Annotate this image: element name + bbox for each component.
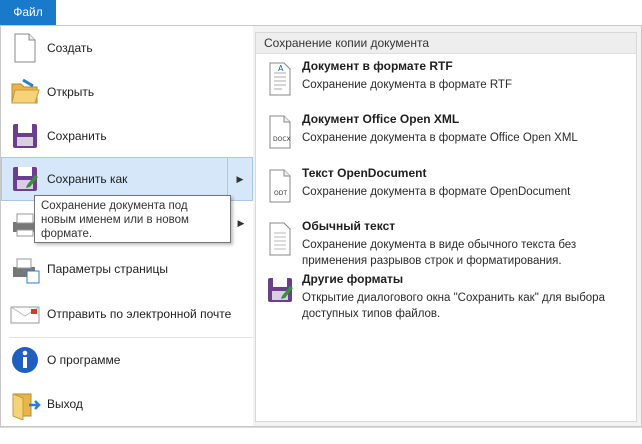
menu-item-label: Создать: [47, 41, 93, 55]
rtf-file-icon: A: [264, 61, 296, 97]
save-as-other-icon: [264, 274, 296, 310]
save-as-other-formats[interactable]: Другие форматы Открытие диалогового окна…: [256, 272, 636, 322]
svg-text:A: A: [278, 64, 284, 73]
panel-header-text: Сохранение копии документа: [264, 36, 429, 50]
menu-item-about[interactable]: О программе: [1, 338, 253, 382]
menu-item-save[interactable]: Сохранить: [1, 114, 253, 158]
save-as-panel: Сохранение копии документа A Документ в …: [255, 32, 637, 422]
menu-item-label: Сохранить: [47, 129, 107, 143]
option-description: Сохранение документа в формате RTF: [302, 79, 512, 91]
menu-item-exit[interactable]: Выход: [1, 382, 253, 426]
option-description: Сохранение документа в виде обычного тек…: [302, 239, 577, 267]
odt-file-icon: ODT: [264, 168, 296, 204]
option-description: Сохранение документа в формате OpenDocum…: [302, 186, 571, 198]
file-tab[interactable]: Файл: [0, 0, 56, 25]
txt-file-icon: [264, 221, 296, 257]
menu-item-page-setup[interactable]: Параметры страницы: [1, 247, 253, 291]
panel-header: Сохранение копии документа: [256, 33, 636, 54]
menu-item-label: Параметры страницы: [47, 262, 168, 276]
status-strip: [0, 427, 642, 444]
exit-icon: [9, 388, 41, 421]
floppy-disk-icon: [9, 120, 41, 152]
svg-text:ODT: ODT: [274, 190, 287, 197]
option-title: Документ в формате RTF: [302, 59, 453, 73]
chevron-right-icon[interactable]: ▶: [227, 158, 252, 200]
menu-item-label: Отправить по электронной почте: [47, 307, 232, 321]
chevron-right-icon[interactable]: ▶: [229, 202, 253, 246]
page-setup-icon: [9, 253, 41, 285]
option-description: Сохранение документа в формате Office Op…: [302, 132, 578, 144]
option-title: Обычный текст: [302, 219, 396, 233]
ribbon-bar: Файл: [0, 0, 642, 26]
save-as-rtf[interactable]: A Документ в формате RTF Сохранение доку…: [256, 59, 636, 109]
option-title: Другие форматы: [302, 272, 404, 286]
menu-item-label: О программе: [47, 353, 121, 367]
menu-item-label: Выход: [47, 397, 83, 411]
save-as-plain-text[interactable]: Обычный текст Сохранение документа в вид…: [256, 219, 636, 269]
docx-file-icon: DOCX: [264, 114, 296, 150]
svg-text:DOCX: DOCX: [273, 136, 291, 143]
menu-item-open[interactable]: Открыть: [1, 70, 253, 114]
info-icon: [9, 344, 41, 376]
option-title: Документ Office Open XML: [302, 112, 460, 126]
open-folder-icon: [9, 76, 41, 108]
save-as-icon: [9, 163, 41, 195]
save-as-tooltip: Сохранение документа под новым именем ил…: [34, 195, 231, 243]
menu-item-label: Открыть: [47, 85, 95, 99]
option-description: Открытие диалогового окна "Сохранить как…: [302, 292, 605, 320]
save-as-docx[interactable]: DOCX Документ Office Open XML Сохранение…: [256, 112, 636, 162]
menu-item-label: Сохранить как: [47, 172, 128, 186]
menu-item-send-email[interactable]: Отправить по электронной почте: [1, 292, 253, 336]
new-document-icon: [9, 32, 41, 64]
email-icon: [9, 298, 41, 330]
option-title: Текст OpenDocument: [302, 166, 427, 180]
save-as-odt[interactable]: ODT Текст OpenDocument Сохранение докуме…: [256, 166, 636, 216]
menu-item-new[interactable]: Создать: [1, 26, 253, 70]
